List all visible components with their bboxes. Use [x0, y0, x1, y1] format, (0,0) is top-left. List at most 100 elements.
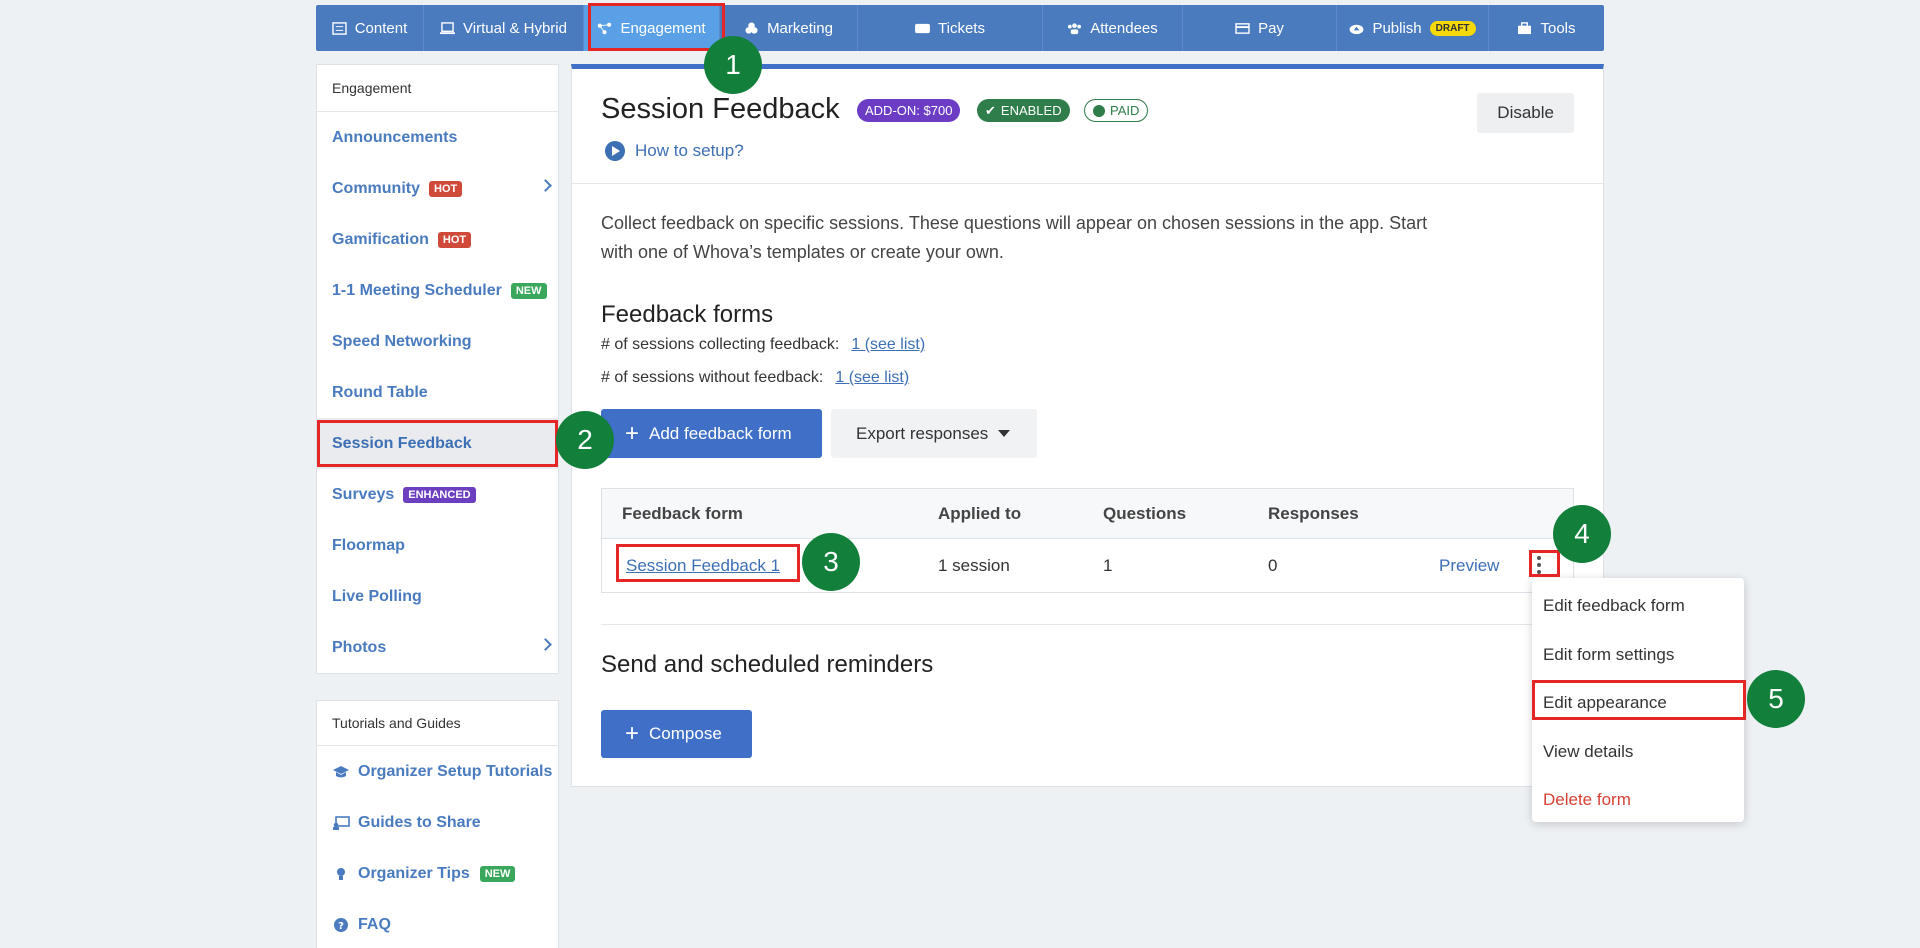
button-label: Export responses	[856, 423, 989, 443]
sidebar-item-community[interactable]: Community HOT	[317, 163, 558, 214]
nav-label: Tickets	[938, 19, 985, 37]
chevron-right-icon	[539, 179, 552, 192]
column-header: Applied to	[938, 503, 1022, 523]
disable-button[interactable]: Disable	[1477, 93, 1574, 133]
engagement-sidebar: Engagement Announcements Community HOT Ga…	[316, 64, 559, 674]
plus-icon: +	[625, 419, 640, 447]
svg-text:?: ?	[338, 921, 344, 932]
enabled-label: ENABLED	[1000, 103, 1062, 118]
how-to-label: How to setup?	[635, 141, 744, 160]
sidebar-item-meeting-scheduler[interactable]: 1-1 Meeting Scheduler NEW	[317, 265, 558, 316]
top-nav: Content Virtual & Hybrid Engagement Mark…	[316, 5, 1604, 51]
export-responses-dropdown[interactable]: Export responses	[831, 409, 1037, 458]
tutorial-label: Guides to Share	[358, 813, 481, 831]
column-header: Feedback form	[622, 503, 743, 523]
highlight-edit-appearance	[1532, 680, 1746, 720]
sidebar-item-floormap[interactable]: Floormap	[317, 520, 558, 571]
monitor-icon	[440, 21, 455, 34]
tutorial-label: FAQ	[358, 915, 391, 933]
sidebar-item-photos[interactable]: Photos	[317, 622, 558, 673]
nav-tickets[interactable]: Tickets	[858, 5, 1043, 51]
hot-badge: HOT	[429, 180, 463, 197]
menu-item-edit-form-settings[interactable]: Edit form settings	[1532, 631, 1744, 680]
sidebar-item-label: Surveys	[332, 485, 395, 503]
tutorial-item-setup[interactable]: Organizer Setup Tutorials	[317, 746, 558, 797]
sidebar-item-label: 1-1 Meeting Scheduler	[332, 281, 502, 299]
how-to-setup-link[interactable]: How to setup?	[605, 141, 744, 161]
paid-badge: PAID	[1084, 99, 1149, 122]
feedback-forms-heading: Feedback forms	[601, 301, 774, 328]
step-marker-3: 3	[802, 533, 860, 591]
sidebar-item-label: Round Table	[332, 383, 428, 401]
sidebar-item-round-table[interactable]: Round Table	[317, 367, 558, 418]
card-icon	[1235, 22, 1250, 34]
stat-without: # of sessions without feedback: 1 (see li…	[601, 369, 909, 387]
addon-badge: ADD-ON: $700	[857, 99, 961, 122]
step-marker-4: 4	[1553, 505, 1611, 563]
chevron-right-icon	[539, 638, 552, 651]
tutorial-label: Organizer Tips	[358, 864, 470, 882]
step-marker-5: 5	[1747, 670, 1805, 728]
column-header: Questions	[1103, 503, 1187, 523]
reminders-heading: Send and scheduled reminders	[601, 651, 934, 678]
button-label: Compose	[649, 724, 722, 743]
menu-item-view-details[interactable]: View details	[1532, 728, 1744, 777]
nav-label: Publish	[1372, 19, 1422, 37]
question-icon: ?	[334, 917, 348, 932]
session-feedback-panel: Session Feedback ADD-ON: $700 ✔ ENABLED P…	[571, 64, 1604, 787]
enabled-badge: ✔ ENABLED	[977, 99, 1070, 122]
page-title: Session Feedback	[601, 93, 840, 125]
sidebar-item-surveys[interactable]: Surveys ENHANCED	[317, 469, 558, 520]
nav-pay[interactable]: Pay	[1183, 5, 1337, 51]
sidebar-heading: Engagement	[317, 65, 558, 112]
stat-collecting: # of sessions collecting feedback: 1 (see…	[601, 336, 925, 354]
sidebar-item-label: Announcements	[332, 128, 458, 146]
questions-cell: 1	[1103, 555, 1113, 575]
tutorials-panel: Tutorials and Guides Organizer Setup Tut…	[316, 700, 559, 948]
see-list-collecting-link[interactable]: 1 (see list)	[851, 336, 925, 353]
plus-icon: +	[625, 720, 640, 747]
nav-content[interactable]: Content	[316, 5, 424, 51]
new-badge: NEW	[479, 865, 516, 882]
play-icon	[605, 141, 625, 161]
nav-publish[interactable]: Publish DRAFT	[1337, 5, 1489, 51]
add-feedback-form-button[interactable]: + Add feedback form	[601, 409, 822, 458]
step-marker-2: 2	[556, 411, 614, 469]
hot-badge: HOT	[437, 231, 472, 248]
highlight-session-feedback-item	[317, 420, 558, 467]
graduation-cap-icon	[333, 765, 349, 777]
tutorial-item-faq[interactable]: ? FAQ	[317, 899, 558, 948]
menu-item-edit-feedback-form[interactable]: Edit feedback form	[1532, 582, 1744, 631]
caret-down-icon	[998, 430, 1011, 437]
new-badge: NEW	[510, 282, 547, 299]
step-marker-1: 1	[704, 36, 762, 94]
sidebar-item-live-polling[interactable]: Live Polling	[317, 571, 558, 622]
column-header: Responses	[1268, 503, 1359, 523]
nav-attendees[interactable]: Attendees	[1043, 5, 1183, 51]
sidebar-item-label: Speed Networking	[332, 332, 472, 350]
sidebar-item-label: Floormap	[332, 536, 405, 554]
section-divider	[601, 624, 1574, 625]
preview-link[interactable]: Preview	[1439, 556, 1499, 576]
compose-button[interactable]: + Compose	[601, 710, 752, 758]
sidebar-item-label: Community	[332, 179, 420, 197]
check-icon: ✔	[985, 102, 996, 118]
draft-badge: DRAFT	[1429, 20, 1476, 36]
tutorial-item-guides[interactable]: Guides to Share	[317, 797, 558, 848]
sidebar-item-speed-networking[interactable]: Speed Networking	[317, 316, 558, 367]
share-screen-icon	[333, 815, 350, 830]
responses-cell: 0	[1268, 555, 1278, 575]
stat-label: # of sessions without feedback:	[601, 369, 824, 386]
sidebar-item-label: Photos	[332, 638, 387, 656]
sidebar-item-announcements[interactable]: Announcements	[317, 112, 558, 163]
nav-virtual-hybrid[interactable]: Virtual & Hybrid	[424, 5, 584, 51]
lightbulb-icon	[337, 867, 345, 880]
see-list-without-link[interactable]: 1 (see list)	[835, 369, 909, 386]
applied-to-cell: 1 session	[938, 555, 1010, 575]
nav-label: Tools	[1540, 19, 1576, 37]
nav-tools[interactable]: Tools	[1489, 5, 1604, 51]
sidebar-item-gamification[interactable]: Gamification HOT	[317, 214, 558, 265]
people-icon	[1068, 22, 1082, 34]
tutorial-item-tips[interactable]: Organizer Tips NEW	[317, 848, 558, 899]
menu-item-delete-form[interactable]: Delete form	[1532, 776, 1744, 825]
